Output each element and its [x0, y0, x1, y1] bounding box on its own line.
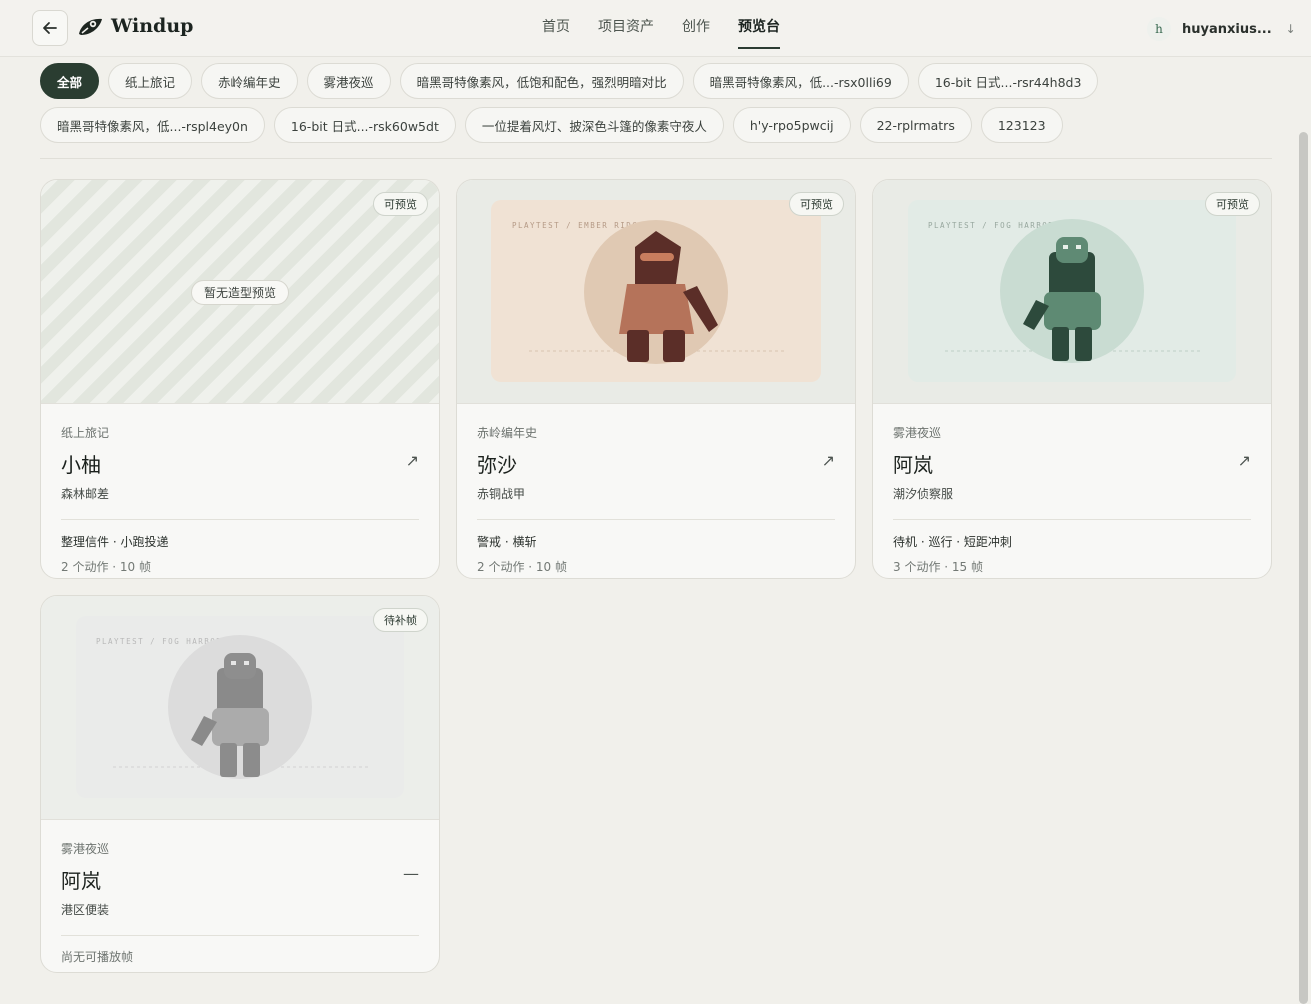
nav-home[interactable]: 首页 [542, 0, 570, 57]
project-name: 赤岭编年史 [477, 426, 538, 440]
character-body [1044, 292, 1101, 330]
character-visor [640, 253, 674, 261]
character-eye [231, 661, 236, 665]
card-body: 雾港夜巡 阿岚 潮汐侦察服 ↗ 待机 · 巡行 · 短距冲刺 3 个动作 · 1… [893, 404, 1251, 575]
card-body: 雾港夜巡 阿岚 港区便装 — 尚无可播放帧 [61, 820, 419, 965]
action-frame-count: 2 个动作 · 10 帧 [61, 560, 151, 574]
username: huyanxius... [1182, 21, 1272, 37]
filter-chip[interactable]: 22-rplrmatrs [859, 107, 972, 143]
divider [40, 158, 1272, 159]
scene-label: PLAYTEST / FOG HARBOR [96, 637, 222, 646]
open-arrow-icon[interactable]: ↗ [822, 451, 835, 470]
nav-create[interactable]: 创作 [682, 0, 710, 57]
status-badge: 待补帧 [373, 608, 428, 632]
filter-chip[interactable]: 一位提着风灯、披深色斗篷的像素守夜人 [464, 107, 724, 143]
filter-chip[interactable]: 暗黑哥特像素风，低...-rsx0lli69 [692, 63, 909, 99]
arrow-left-icon [43, 22, 57, 34]
filter-chip[interactable]: h'y-rpo5pwcij [732, 107, 851, 143]
character-leg [220, 743, 237, 777]
character-name: 小柚 [61, 453, 101, 477]
action-list: 警戒 · 横斩 [477, 535, 537, 549]
character-name: 弥沙 [477, 453, 517, 477]
top-bar: Windup 首页 项目资产 创作 预览台 h huyanxius... ↓ [0, 0, 1311, 57]
character-card[interactable]: PLAYTEST / FOG HARBOR 待补帧 雾港夜巡 阿岚 港区便装 —… [40, 595, 440, 973]
character-card[interactable]: PLAYTEST / EMBER RIDGE 可预览 赤岭编年史 弥沙 赤铜战甲… [456, 179, 856, 579]
back-button[interactable] [32, 10, 68, 46]
filter-chip[interactable]: 16-bit 日式...-rsr44h8d3 [917, 63, 1099, 99]
filter-chip[interactable]: 赤岭编年史 [201, 63, 298, 99]
filter-chip[interactable]: 暗黑哥特像素风，低...-rspl4ey0n [40, 107, 265, 143]
character-name: 阿岚 [893, 453, 933, 477]
outfit-name: 港区便装 [61, 903, 110, 917]
character-leg [663, 330, 685, 362]
unavailable-dash-icon: — [403, 864, 419, 883]
project-filter-bar: 全部 纸上旅记 赤岭编年史 雾港夜巡 暗黑哥特像素风，低饱和配色，强烈明暗对比 … [40, 63, 1280, 151]
status-badge: 可预览 [1205, 192, 1260, 216]
card-body: 纸上旅记 小柚 森林邮差 ↗ 整理信件 · 小跑投递 2 个动作 · 10 帧 [61, 404, 419, 575]
outfit-name: 潮汐侦察服 [893, 487, 954, 501]
filter-chip[interactable]: 16-bit 日式...-rsk60w5dt [273, 107, 456, 143]
status-badge: 可预览 [373, 192, 428, 216]
filter-chip[interactable]: 123123 [980, 107, 1063, 143]
main-nav: 首页 项目资产 创作 预览台 [542, 0, 808, 57]
project-name: 雾港夜巡 [61, 842, 110, 856]
character-body [619, 284, 694, 334]
divider [893, 519, 1251, 520]
status-badge: 可预览 [789, 192, 844, 216]
nav-project-assets[interactable]: 项目资产 [598, 0, 654, 57]
character-leg [1052, 327, 1069, 361]
divider [61, 935, 419, 936]
card-body: 赤岭编年史 弥沙 赤铜战甲 ↗ 警戒 · 横斩 2 个动作 · 10 帧 [477, 404, 835, 575]
project-name: 雾港夜巡 [893, 426, 942, 440]
avatar: h [1147, 17, 1171, 41]
outfit-name: 森林邮差 [61, 487, 110, 501]
divider [477, 519, 835, 520]
character-card[interactable]: 暂无造型预览 可预览 纸上旅记 小柚 森林邮差 ↗ 整理信件 · 小跑投递 2 … [40, 179, 440, 579]
action-list: 待机 · 巡行 · 短距冲刺 [893, 535, 1012, 549]
empty-state-text: 尚无可播放帧 [61, 950, 134, 964]
character-eye [244, 661, 249, 665]
arrow-down-icon: ↓ [1285, 22, 1296, 36]
character-eye [1076, 245, 1081, 249]
open-arrow-icon[interactable]: ↗ [1238, 451, 1251, 470]
character-eye [1063, 245, 1068, 249]
project-name: 纸上旅记 [61, 426, 110, 440]
character-leg [243, 743, 260, 777]
action-frame-count: 2 个动作 · 10 帧 [477, 560, 567, 574]
character-body [212, 708, 269, 746]
filter-chip-all[interactable]: 全部 [40, 63, 100, 99]
filter-row: 暗黑哥特像素风，低...-rspl4ey0n 16-bit 日式...-rsk6… [40, 107, 1280, 143]
filter-chip[interactable]: 纸上旅记 [108, 63, 193, 99]
character-head [224, 653, 256, 679]
filter-chip[interactable]: 暗黑哥特像素风，低饱和配色，强烈明暗对比 [399, 63, 684, 99]
divider [61, 519, 419, 520]
character-name: 阿岚 [61, 869, 101, 893]
action-list: 整理信件 · 小跑投递 [61, 535, 169, 549]
outfit-name: 赤铜战甲 [477, 487, 526, 501]
character-head [1056, 237, 1088, 263]
character-leg [1075, 327, 1092, 361]
filter-chip[interactable]: 雾港夜巡 [306, 63, 391, 99]
windup-logo-icon [79, 18, 102, 35]
scrollbar-thumb[interactable] [1299, 132, 1308, 1004]
brand-name[interactable]: Windup [111, 15, 193, 37]
character-card[interactable]: PLAYTEST / FOG HARBOR 可预览 雾港夜巡 阿岚 潮汐侦察服 … [872, 179, 1272, 579]
filter-row: 全部 纸上旅记 赤岭编年史 雾港夜巡 暗黑哥特像素风，低饱和配色，强烈明暗对比 … [40, 63, 1280, 99]
scene-label: PLAYTEST / FOG HARBOR [928, 221, 1054, 230]
character-leg [627, 330, 649, 362]
nav-preview-stage[interactable]: 预览台 [738, 0, 780, 57]
action-frame-count: 3 个动作 · 15 帧 [893, 560, 983, 574]
user-menu[interactable]: h huyanxius... ↓ [1147, 17, 1296, 41]
no-preview-label: 暂无造型预览 [191, 280, 290, 305]
open-arrow-icon[interactable]: ↗ [406, 451, 419, 470]
